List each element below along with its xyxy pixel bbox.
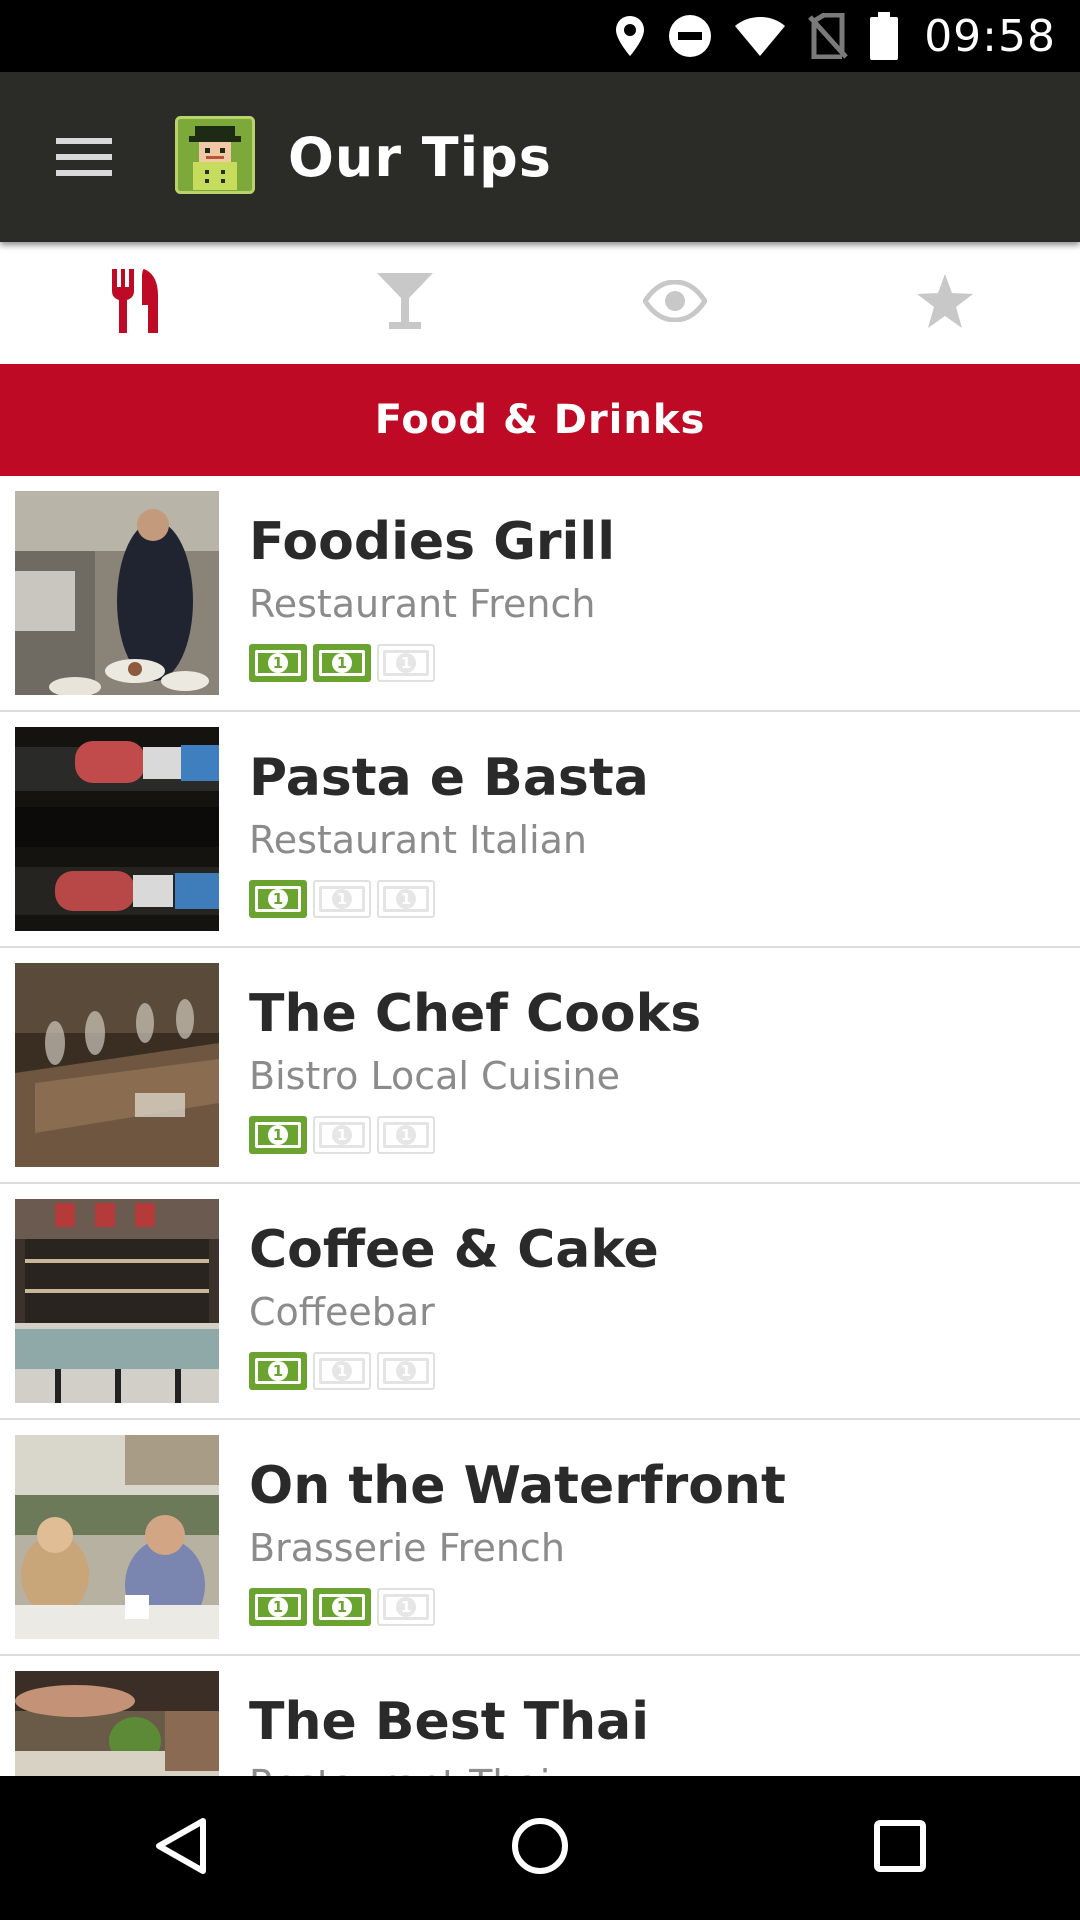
category-tabs	[0, 242, 1080, 364]
place-name: The Chef Cooks	[249, 984, 702, 1044]
status-icons: 09:58	[614, 0, 1056, 72]
tab-food[interactable]	[0, 242, 270, 364]
place-name: The Best Thai	[249, 1692, 650, 1752]
place-category: Brasserie French	[249, 1526, 565, 1570]
recents-button[interactable]	[820, 1788, 980, 1908]
list-item[interactable]: The Best Thai Restaurant Thai 1 1 1	[0, 1656, 1080, 1776]
home-button[interactable]	[460, 1788, 620, 1908]
list-item[interactable]: Pasta e Basta Restaurant Italian 1 1 1	[0, 712, 1080, 948]
doorman-logo	[175, 116, 255, 194]
list-item[interactable]: Foodies Grill Restaurant French 1 1 1	[0, 476, 1080, 712]
bar-counter-photo	[15, 1199, 219, 1403]
chef-kitchen-photo	[15, 491, 219, 695]
wifi-icon	[734, 14, 786, 58]
place-category: Restaurant Italian	[249, 818, 587, 862]
thai-dining-photo	[15, 1671, 219, 1776]
place-name: Coffee & Cake	[249, 1220, 659, 1280]
place-name: Foodies Grill	[249, 512, 616, 572]
status-time: 09:58	[924, 10, 1056, 62]
do-not-disturb-icon	[668, 14, 712, 58]
place-name: Pasta e Basta	[249, 748, 649, 808]
place-category: Restaurant Thai	[249, 1762, 550, 1776]
tab-favorites[interactable]	[810, 242, 1080, 364]
status-bar: 09:58	[0, 0, 1080, 72]
bill-icon: 1	[377, 1588, 435, 1626]
wine-bottles-photo	[15, 727, 219, 931]
bill-icon: 1	[377, 644, 435, 682]
fork-knife-icon	[110, 269, 160, 337]
bill-icon: 1	[249, 1116, 307, 1154]
bill-icon: 1	[313, 1116, 371, 1154]
tab-sights[interactable]	[540, 242, 810, 364]
tab-drinks[interactable]	[270, 242, 540, 364]
bill-icon: 1	[313, 644, 371, 682]
cocktail-glass-icon	[376, 272, 434, 334]
table-glasses-photo	[15, 963, 219, 1167]
bill-icon: 1	[313, 1588, 371, 1626]
star-icon	[916, 273, 974, 333]
price-rating: 1 1 1	[249, 1352, 435, 1390]
list-item[interactable]: On the Waterfront Brasserie French 1 1 1	[0, 1420, 1080, 1656]
bill-icon: 1	[313, 1352, 371, 1390]
bill-icon: 1	[377, 880, 435, 918]
bill-icon: 1	[249, 1588, 307, 1626]
place-name: On the Waterfront	[249, 1456, 786, 1516]
list-item[interactable]: Coffee & Cake Coffeebar 1 1 1	[0, 1184, 1080, 1420]
list-item[interactable]: The Chef Cooks Bistro Local Cuisine 1 1 …	[0, 948, 1080, 1184]
bill-icon: 1	[377, 1352, 435, 1390]
place-category: Restaurant French	[249, 582, 596, 626]
bill-icon: 1	[249, 644, 307, 682]
back-icon	[153, 1817, 207, 1879]
places-list: Foodies Grill Restaurant French 1 1 1 Pa…	[0, 476, 1080, 1776]
home-icon	[511, 1817, 569, 1879]
system-nav-bar	[0, 1776, 1080, 1920]
app-title: Our Tips	[288, 126, 552, 189]
bill-icon: 1	[377, 1116, 435, 1154]
price-rating: 1 1 1	[249, 1588, 435, 1626]
hamburger-menu-icon[interactable]	[48, 128, 120, 186]
eye-icon	[641, 279, 709, 326]
bill-icon: 1	[313, 880, 371, 918]
no-sim-icon	[808, 13, 849, 59]
location-icon	[614, 14, 646, 58]
price-rating: 1 1 1	[249, 644, 435, 682]
price-rating: 1 1 1	[249, 880, 435, 918]
app-bar: Our Tips	[0, 72, 1080, 242]
price-rating: 1 1 1	[249, 1116, 435, 1154]
battery-icon	[870, 12, 899, 60]
place-category: Coffeebar	[249, 1290, 435, 1334]
bill-icon: 1	[249, 1352, 307, 1390]
section-title: Food & Drinks	[0, 364, 1080, 476]
bill-icon: 1	[249, 880, 307, 918]
recents-icon	[874, 1820, 926, 1876]
terrace-people-photo	[15, 1435, 219, 1639]
back-button[interactable]	[100, 1788, 260, 1908]
place-category: Bistro Local Cuisine	[249, 1054, 621, 1098]
